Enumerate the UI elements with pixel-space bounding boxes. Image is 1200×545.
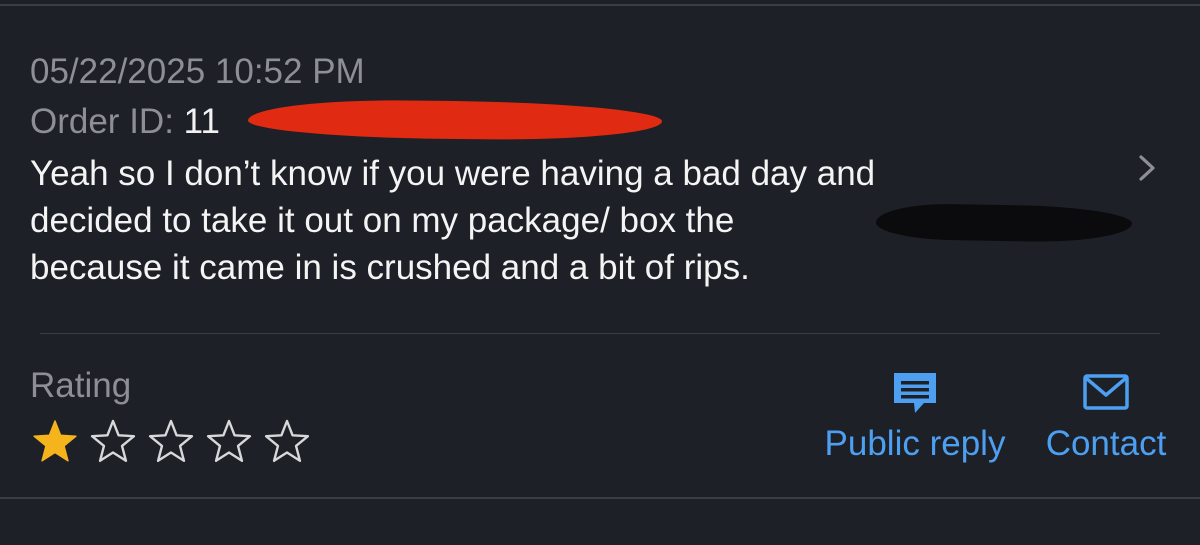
- contact-label: Contact: [1045, 424, 1167, 463]
- review-date: 05/22/2025 10:52 PM: [30, 52, 365, 91]
- public-reply-button[interactable]: Public reply: [818, 370, 1012, 466]
- review-text-line: because it came in is crushed and a bit …: [30, 248, 750, 287]
- envelope-icon: [1083, 374, 1129, 410]
- chat-bubble-icon: [894, 373, 936, 413]
- contact-button[interactable]: Contact: [1040, 370, 1172, 466]
- order-id-label: Order ID:: [30, 102, 174, 141]
- star-empty-icon: [264, 419, 310, 462]
- rating-stars: [30, 418, 312, 466]
- order-id-value: 11: [183, 102, 220, 141]
- review-screen: 05/22/2025 10:52 PM Order ID: 11 Yeah so…: [0, 0, 1200, 545]
- order-id: Order ID: 11: [30, 100, 220, 144]
- rating-label: Rating: [30, 366, 132, 405]
- chevron-right-icon[interactable]: [1133, 153, 1161, 183]
- star-filled-icon: [33, 420, 77, 462]
- public-reply-label: Public reply: [824, 424, 1006, 463]
- order-id-redaction: [247, 98, 663, 142]
- star-empty-icon: [90, 419, 136, 462]
- star-empty-icon: [148, 419, 194, 462]
- bottom-divider: [0, 497, 1200, 499]
- review-text-line: Yeah so I don’t know if you were having …: [30, 154, 876, 193]
- star-empty-icon: [206, 419, 252, 462]
- section-divider: [40, 333, 1160, 334]
